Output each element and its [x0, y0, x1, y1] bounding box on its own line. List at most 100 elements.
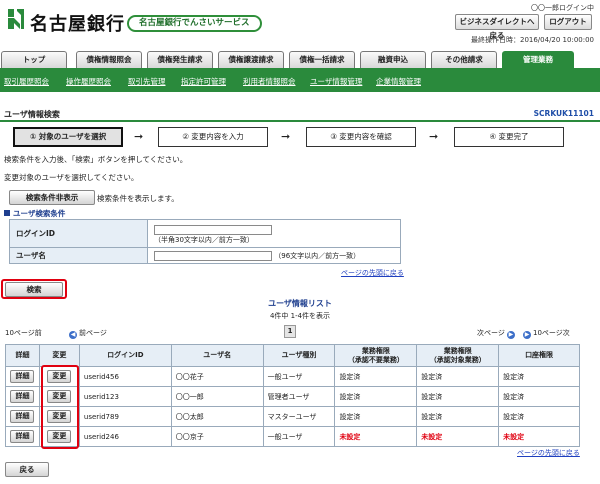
page-top-link[interactable]: ページの先頭に戻る — [341, 268, 404, 278]
col-username: ユーザ名 — [170, 344, 264, 367]
subnav-transaction-history[interactable]: 取引履歴照会 — [4, 76, 49, 87]
login-id-cell: userid456 — [83, 372, 119, 381]
username-input[interactable] — [154, 250, 272, 261]
user-type-cell: 一般ユーザ — [267, 432, 303, 441]
table-row: 詳細 変更 userid246 〇〇京子 一般ユーザ 未設定 未設定 未設定 — [5, 426, 580, 447]
account-auth-cell: 設定済 — [503, 412, 525, 421]
prev-page-link[interactable]: ◀ 前ページ — [67, 328, 107, 339]
col-detail: 詳細 — [5, 344, 40, 367]
list-page-top-link[interactable]: ページの先頭に戻る — [517, 448, 580, 458]
username-cell: 〇〇花子 — [175, 372, 204, 381]
step-complete: ④ 変更完了 — [454, 127, 564, 147]
auth-approval-cell: 未設定 — [421, 432, 443, 441]
username-label: ユーザ名 — [9, 247, 148, 264]
user-type-cell: 管理者ユーザ — [267, 392, 310, 401]
user-list-table: 詳細 変更 ログインID ユーザ名 ユーザ種別 業務権限 （承認不要業務） 業務… — [5, 344, 580, 447]
tab-top[interactable]: トップ — [1, 51, 67, 68]
step-arrow-icon: ➞ — [134, 130, 144, 143]
auth-no-approval-cell: 未設定 — [339, 432, 361, 441]
step-confirm-changes: ③ 変更内容を確認 — [306, 127, 416, 147]
username-cell: 〇〇太郎 — [175, 412, 204, 421]
arrow-right-icon: ▶ — [523, 331, 531, 339]
auth-no-approval-cell: 設定済 — [339, 392, 361, 401]
step-arrow-icon: ➞ — [429, 130, 439, 143]
auth-no-approval-cell: 設定済 — [339, 412, 361, 421]
step-arrow-icon: ➞ — [281, 130, 291, 143]
user-type-cell: マスターユーザ — [267, 412, 317, 421]
next-10-pages-link[interactable]: ▶ 10ページ次 — [521, 328, 570, 339]
sub-navigation: 取引履歴照会 操作履歴照会 取引先管理 指定許可管理 利用者情報照会 ユーザ情報… — [0, 71, 600, 92]
login-status: 〇〇一郎ログイン中 — [531, 4, 594, 12]
table-row: 詳細 変更 userid456 〇〇花子 一般ユーザ 設定済 設定済 設定済 — [5, 366, 580, 387]
back-to-business-direct-button[interactable]: ビジネスダイレクトへ戻る — [455, 14, 539, 40]
user-type-cell: 一般ユーザ — [267, 372, 303, 381]
instruction-line-2: 変更対象のユーザを選択してください。 — [4, 173, 139, 182]
col-auth-no-approval: 業務権限 （承認不要業務） — [334, 344, 418, 367]
login-id-cell: userid789 — [83, 412, 119, 421]
auth-approval-cell: 設定済 — [421, 372, 443, 381]
toggle-note: 検索条件を表示します。 — [97, 194, 179, 203]
main-tabs: トップ 債権情報照会 債権発生請求 債権譲渡請求 債権一括請求 融資申込 その他… — [0, 51, 600, 71]
prev-10-pages-link[interactable]: 10ページ前 — [5, 328, 42, 338]
username-cell: 〇〇一郎 — [175, 392, 204, 401]
login-id-cell: userid123 — [83, 392, 119, 401]
table-row: 詳細 変更 userid123 〇〇一郎 管理者ユーザ 設定済 設定済 設定済 — [5, 386, 580, 407]
tab-admin[interactable]: 管理業務 — [502, 51, 574, 68]
tab-claim-inquiry[interactable]: 債権情報照会 — [76, 51, 142, 68]
username-hint: （96文字以内／前方一致） — [274, 251, 361, 260]
account-auth-cell: 未設定 — [503, 432, 525, 441]
service-name-badge: 名古屋銀行でんさいサービス — [127, 15, 262, 32]
page-number[interactable]: 1 — [284, 325, 296, 338]
subnav-user-info-inquiry[interactable]: 利用者情報照会 — [243, 76, 296, 87]
subnav-user-info-management[interactable]: ユーザ情報管理 — [310, 76, 362, 87]
hide-search-conditions-button[interactable]: 検索条件非表示 — [9, 190, 95, 205]
subnav-permission-management[interactable]: 指定許可管理 — [181, 76, 226, 87]
search-conditions-table: ログインID （半角30文字以内／前方一致） ユーザ名 （96文字以内／前方一致… — [9, 219, 401, 264]
login-id-label: ログインID — [9, 219, 148, 248]
detail-button[interactable]: 詳細 — [10, 430, 35, 443]
site-header: 名古屋銀行 名古屋銀行でんさいサービス 〇〇一郎ログイン中 ビジネスダイレクトへ… — [0, 0, 600, 50]
instruction-line-1: 検索条件を入力後、「検索」ボタンを押してください。 — [4, 155, 188, 164]
login-id-cell: userid246 — [83, 432, 119, 441]
search-button[interactable]: 検索 — [5, 282, 63, 297]
step-enter-changes: ② 変更内容を入力 — [158, 127, 268, 147]
logout-button[interactable]: ログアウト — [544, 14, 592, 30]
square-bullet-icon — [4, 210, 10, 216]
step-select-user: ① 対象のユーザを選択 — [13, 127, 123, 147]
detail-button[interactable]: 詳細 — [10, 390, 35, 403]
result-count: 4件中 1-4件を表示 — [269, 312, 331, 320]
tab-bulk-request[interactable]: 債権一括請求 — [289, 51, 355, 68]
col-account-auth: 口座権限 — [498, 344, 580, 367]
col-change: 変更 — [38, 344, 80, 367]
tab-other-requests[interactable]: その他請求 — [431, 51, 497, 68]
page-title: ユーザ情報検索 — [4, 110, 60, 119]
change-buttons-highlight — [41, 365, 79, 449]
auth-approval-cell: 設定済 — [421, 412, 443, 421]
user-list-title: ユーザ情報リスト — [268, 299, 332, 308]
login-id-input[interactable] — [154, 224, 272, 235]
detail-button[interactable]: 詳細 — [10, 410, 35, 423]
subnav-company-info-management[interactable]: 企業情報管理 — [376, 76, 421, 87]
auth-no-approval-cell: 設定済 — [339, 372, 361, 381]
col-user-type: ユーザ種別 — [262, 344, 336, 367]
screen-id: SCRKUK11101 — [533, 109, 594, 118]
tab-claim-issue[interactable]: 債権発生請求 — [147, 51, 213, 68]
account-auth-cell: 設定済 — [503, 372, 525, 381]
arrow-right-icon: ▶ — [506, 331, 515, 339]
username-cell: 〇〇京子 — [175, 432, 204, 441]
tab-loan-application[interactable]: 融資申込 — [360, 51, 426, 68]
page-title-bar: ユーザ情報検索 SCRKUK11101 — [0, 107, 600, 122]
next-page-link[interactable]: 次ページ ▶ — [477, 328, 517, 339]
detail-button[interactable]: 詳細 — [10, 370, 35, 383]
back-button[interactable]: 戻る — [5, 462, 49, 477]
table-row: 詳細 変更 userid789 〇〇太郎 マスターユーザ 設定済 設定済 設定済 — [5, 406, 580, 427]
col-login-id: ログインID — [78, 344, 172, 367]
auth-approval-cell: 設定済 — [421, 392, 443, 401]
tab-claim-transfer[interactable]: 債権譲渡請求 — [218, 51, 284, 68]
subnav-partner-management[interactable]: 取引先管理 — [128, 76, 166, 87]
subnav-operation-history[interactable]: 操作履歴照会 — [66, 76, 111, 87]
last-operation-time: 最終操作日時：2016/04/20 10:00:00 — [470, 36, 594, 44]
account-auth-cell: 設定済 — [503, 392, 525, 401]
col-auth-approval: 業務権限 （承認対象業務） — [416, 344, 500, 367]
bank-logo-icon — [8, 9, 24, 29]
